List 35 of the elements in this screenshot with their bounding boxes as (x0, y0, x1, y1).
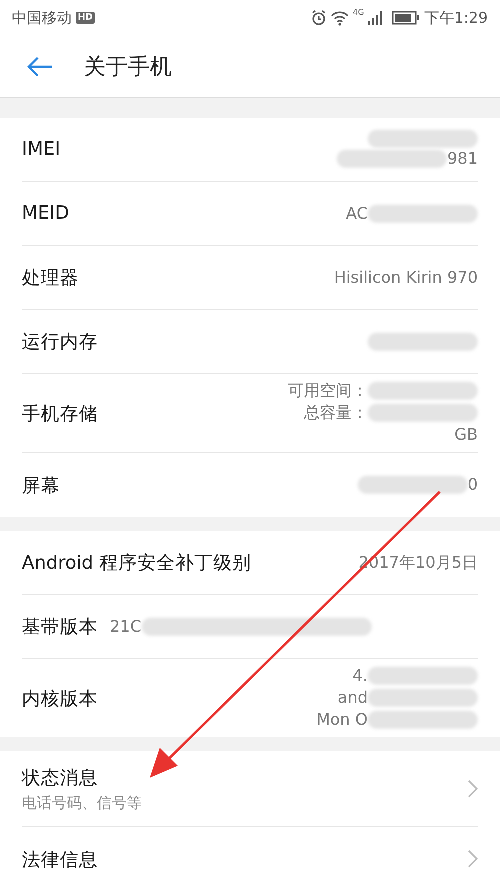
chevron-icon (468, 850, 478, 868)
hd-badge: HD (76, 12, 96, 24)
row-label: 处理器 (22, 267, 79, 290)
row-label: 状态消息 (22, 768, 98, 788)
row-label: 内核版本 (22, 688, 98, 710)
row-value: 21C (110, 616, 142, 638)
row-value: 4. (352, 665, 368, 687)
row-value: 981 (447, 148, 478, 170)
wifi-icon (331, 10, 350, 26)
network-type: 4G (353, 8, 364, 17)
page-title: 关于手机 (84, 54, 172, 82)
row-label: 运行内存 (22, 331, 98, 354)
battery-icon (392, 11, 420, 25)
row-value: AC (346, 202, 368, 224)
row-label: Android 程序安全补丁级别 (22, 552, 252, 575)
row-value: and (338, 687, 368, 709)
row-value: Hisilicon Kirin 970 (334, 266, 478, 288)
settings-item[interactable]: 法律信息 (22, 827, 478, 888)
row-value: Mon O (316, 709, 368, 731)
status-time: 下午1:29 (424, 8, 488, 28)
signal-icon (368, 11, 382, 25)
row-label: MEID (22, 203, 70, 224)
row-value: 可用空间： (288, 380, 368, 402)
row-label: 法律信息 (22, 850, 98, 870)
row-label: 基带版本 (22, 616, 98, 639)
row-label: 屏幕 (22, 474, 60, 498)
row-label: IMEI (22, 139, 61, 160)
row-subtitle: 电话号码、信号等 (22, 794, 143, 812)
row-value: 0 (468, 474, 478, 496)
row-value: 总容量： (304, 402, 368, 424)
carrier-name: 中国移动 (12, 8, 72, 28)
row-label: 手机存储 (22, 402, 98, 426)
chevron-icon (468, 780, 478, 798)
alarm-icon (311, 10, 328, 26)
row-value: GB (454, 424, 478, 446)
